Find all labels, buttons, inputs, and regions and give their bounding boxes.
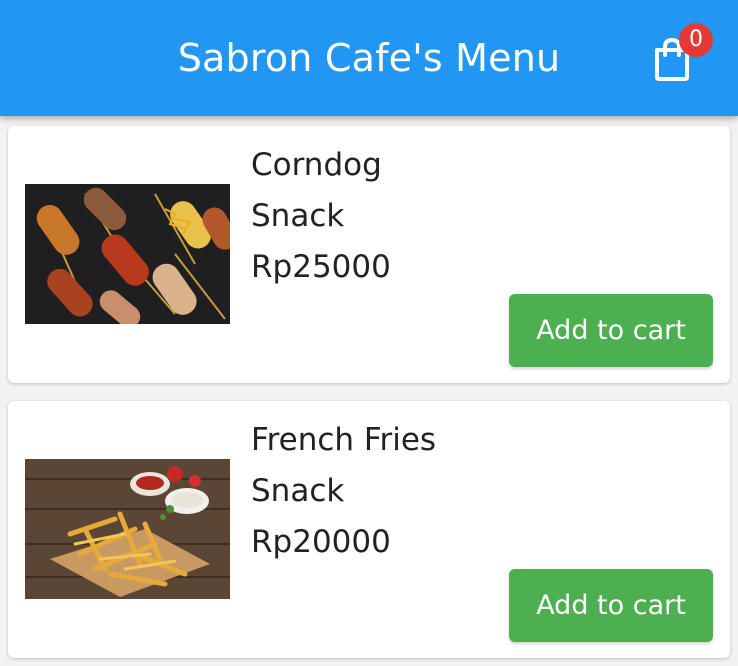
add-to-cart-button[interactable]: Add to cart [509, 569, 713, 642]
page-title: Sabron Cafe's Menu [177, 36, 561, 80]
menu-item-info: Corndog Snack Rp25000 [251, 140, 391, 293]
menu-item-card: Corndog Snack Rp25000 Add to cart [8, 126, 730, 383]
menu-item-name: Corndog [251, 147, 382, 183]
menu-item-price: Rp25000 [251, 249, 391, 285]
menu-item-price: Rp20000 [251, 524, 391, 560]
menu-item-info: French Fries Snack Rp20000 [251, 415, 436, 568]
cart-count-badge: 0 [679, 23, 713, 57]
cart-button[interactable]: 0 [648, 23, 720, 88]
corndog-photo [25, 184, 230, 324]
menu-item-name: French Fries [251, 422, 437, 458]
menu-item-category: Snack [251, 473, 345, 509]
menu-item-card: French Fries Snack Rp20000 Add to cart [8, 401, 730, 658]
french-fries-photo [25, 459, 230, 599]
menu-item-category: Snack [251, 198, 345, 234]
add-to-cart-button[interactable]: Add to cart [509, 294, 713, 367]
app-bar: Sabron Cafe's Menu 0 [0, 0, 738, 116]
